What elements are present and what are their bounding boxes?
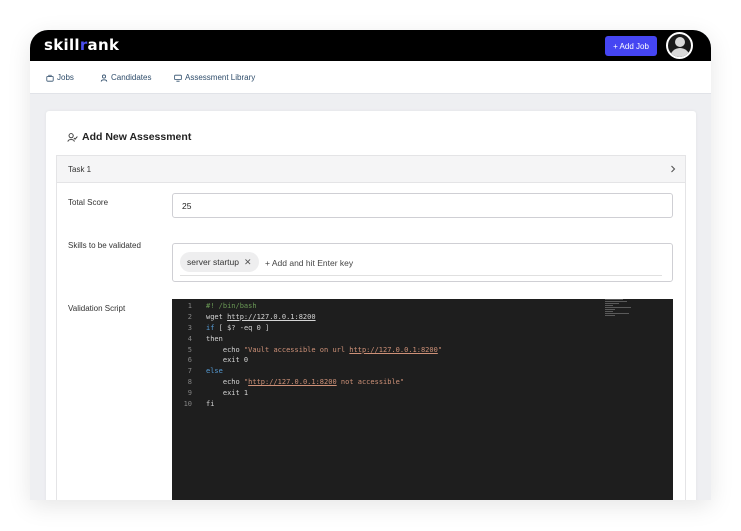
page-title: Add New Assessment xyxy=(67,131,191,143)
nav-bar: Jobs Candidates Assessment Library xyxy=(30,61,711,94)
chevron-right-icon xyxy=(671,165,676,173)
code-token: [ $? -eq 0 ] xyxy=(214,323,270,332)
code-text: echo "Vault accessible on url http://127… xyxy=(206,345,442,356)
assessment-card: Add New Assessment Task 1 Total Score Sk… xyxy=(46,111,696,500)
editor-minimap[interactable] xyxy=(605,299,633,319)
logo-text-accent: r xyxy=(79,36,88,54)
code-text: if [ $? -eq 0 ] xyxy=(206,323,269,334)
app-window: skillrank + Add Job Jobs Candidates Asse… xyxy=(30,30,711,500)
skills-underline xyxy=(180,275,662,276)
line-number: 6 xyxy=(187,356,192,365)
task-accordion-header[interactable]: Task 1 xyxy=(56,155,686,183)
close-icon[interactable]: ✕ xyxy=(244,257,252,268)
line-number: 3 xyxy=(187,323,192,332)
nav-item-jobs-label: Jobs xyxy=(57,73,74,82)
line-number: 10 xyxy=(183,400,192,409)
skills-field[interactable]: server startup ✕ xyxy=(172,243,673,282)
code-token: #! /bin/bash xyxy=(206,302,257,310)
line-number: 9 xyxy=(187,389,192,398)
code-text: fi xyxy=(206,399,214,410)
code-token: http://127.0.0.1:8200 xyxy=(227,312,316,321)
code-token: echo xyxy=(206,378,244,387)
code-token: exit 1 xyxy=(206,389,249,398)
code-text: echo "http://127.0.0.1:8200 not accessib… xyxy=(206,377,404,388)
skills-label: Skills to be validated xyxy=(68,241,141,250)
add-job-button[interactable]: + Add Job xyxy=(605,36,657,56)
code-token: wget xyxy=(206,312,228,321)
top-bar: skillrank + Add Job xyxy=(30,30,711,61)
skill-chip: server startup ✕ xyxy=(180,252,259,272)
code-text: else xyxy=(206,366,223,377)
avatar-body xyxy=(670,48,690,57)
code-token: http://127.0.0.1:8200 xyxy=(349,345,438,354)
code-token: echo xyxy=(206,345,244,354)
code-token: exit 0 xyxy=(206,356,249,365)
total-score-label: Total Score xyxy=(68,198,109,207)
code-text: exit 0 xyxy=(206,355,248,366)
code-text: exit 1 xyxy=(206,388,248,399)
nav-item-assessment-library-label: Assessment Library xyxy=(185,73,256,82)
nav-item-assessment-library[interactable]: Assessment Library xyxy=(174,73,255,82)
code-token: then xyxy=(206,334,223,343)
page-title-text: Add New Assessment xyxy=(82,131,192,143)
code-text: #! /bin/bash xyxy=(206,301,257,312)
line-number: 2 xyxy=(187,312,192,321)
assessment-icon xyxy=(67,132,78,142)
nav-item-candidates-label: Candidates xyxy=(111,73,152,82)
code-token: else xyxy=(206,367,223,376)
code-text: wget http://127.0.0.1:8200 xyxy=(206,312,316,323)
avatar[interactable] xyxy=(666,32,693,59)
user-icon xyxy=(100,74,108,82)
line-number: 5 xyxy=(187,345,192,354)
skill-chip-label: server startup xyxy=(187,257,239,267)
code-token: http://127.0.0.1:8200 xyxy=(248,378,337,387)
logo[interactable]: skillrank xyxy=(44,36,119,54)
nav-item-jobs[interactable]: Jobs xyxy=(46,73,74,82)
total-score-input[interactable] xyxy=(172,193,673,218)
logo-text-suffix: ank xyxy=(87,36,120,54)
avatar-head xyxy=(675,37,685,47)
code-token: fi xyxy=(206,400,215,409)
code-token: " xyxy=(437,345,443,354)
code-token: "Vault accessible on url xyxy=(243,345,350,354)
code-token: not accessible" xyxy=(336,378,405,387)
skills-input[interactable] xyxy=(265,255,545,270)
line-number: 1 xyxy=(187,302,192,310)
line-number: 8 xyxy=(187,378,192,387)
line-number: 4 xyxy=(187,334,192,343)
code-editor[interactable]: 1 #! /bin/bash 2 wget http://127.0.0.1:8200… xyxy=(172,299,673,500)
briefcase-icon xyxy=(46,74,54,82)
nav-item-candidates[interactable]: Candidates xyxy=(100,73,151,82)
logo-text-prefix: skill xyxy=(44,36,80,54)
code-text: then xyxy=(206,334,223,345)
task-content: Total Score Skills to be validated serve… xyxy=(56,183,686,500)
monitor-icon xyxy=(174,74,182,82)
task-label: Task 1 xyxy=(68,165,92,174)
line-number: 7 xyxy=(187,367,192,376)
validation-script-label: Validation Script xyxy=(68,304,126,313)
